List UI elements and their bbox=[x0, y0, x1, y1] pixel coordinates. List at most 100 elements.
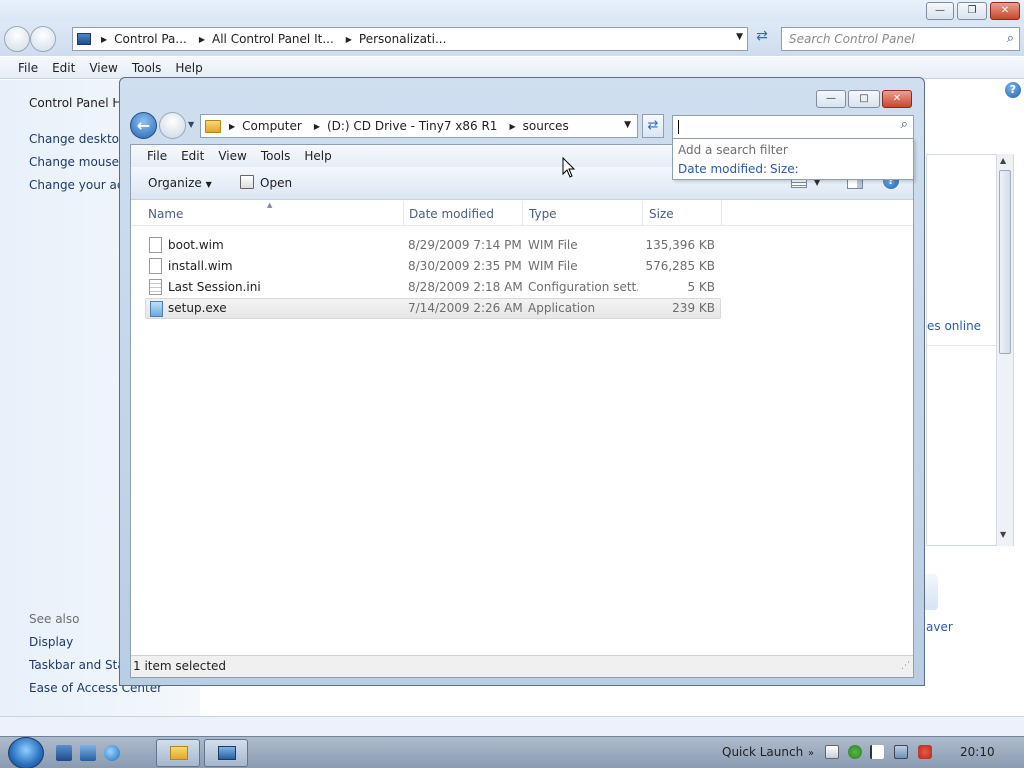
explorer-menu-view[interactable]: View bbox=[218, 149, 246, 163]
volume-muted-icon[interactable] bbox=[918, 745, 932, 759]
file-date: 8/30/2009 2:35 PM bbox=[408, 259, 522, 273]
explorer-statusbar: 1 item selected ⋰ bbox=[131, 655, 913, 677]
explorer-maximize-button[interactable]: □ bbox=[848, 90, 880, 108]
menu-edit[interactable]: Edit bbox=[52, 61, 75, 75]
column-name[interactable]: Name bbox=[148, 207, 183, 221]
scroll-down-icon[interactable]: ▼ bbox=[1000, 530, 1006, 539]
change-desktop-link[interactable]: Change desktop bbox=[29, 132, 127, 146]
scroll-up-icon[interactable]: ▲ bbox=[1000, 156, 1006, 165]
menu-tools[interactable]: Tools bbox=[132, 61, 162, 75]
change-account-link[interactable]: Change your acc bbox=[29, 178, 130, 192]
minimize-button[interactable]: — bbox=[926, 2, 954, 20]
menu-file[interactable]: File bbox=[18, 61, 38, 75]
notepad-icon[interactable] bbox=[825, 745, 839, 759]
internet-explorer-icon[interactable] bbox=[104, 745, 120, 761]
quick-launch-label[interactable]: Quick Launch bbox=[722, 745, 803, 759]
start-button[interactable] bbox=[8, 737, 44, 768]
menu-help[interactable]: Help bbox=[175, 61, 202, 75]
divider bbox=[927, 345, 997, 346]
taskbar-explorer-button[interactable] bbox=[156, 739, 200, 767]
control-panel-address-bar[interactable]: ▶ Control Pa... ▶ All Control Panel It..… bbox=[72, 27, 748, 51]
mouse-cursor-icon bbox=[562, 157, 576, 178]
explorer-close-button[interactable]: ✕ bbox=[882, 90, 912, 108]
explorer-address-bar[interactable]: ▶ Computer ▶ (D:) CD Drive - Tiny7 x86 R… bbox=[200, 114, 638, 138]
column-size[interactable]: Size bbox=[649, 207, 674, 221]
file-name[interactable]: boot.wim bbox=[168, 238, 224, 252]
open-button[interactable]: Open bbox=[260, 176, 292, 190]
explorer-menu-file[interactable]: File bbox=[147, 149, 167, 163]
file-row-setup-exe[interactable]: setup.exe 7/14/2009 2:26 AM Application … bbox=[145, 298, 721, 319]
file-date: 7/14/2009 2:26 AM bbox=[408, 301, 523, 315]
scrollbar-thumb[interactable] bbox=[999, 170, 1011, 354]
get-themes-online-link[interactable]: es online bbox=[927, 319, 981, 333]
explorer-menu-help[interactable]: Help bbox=[304, 149, 331, 163]
address-dropdown-icon[interactable]: ▼ bbox=[624, 120, 631, 130]
security-icon[interactable] bbox=[848, 745, 862, 759]
control-panel-menubar: File Edit View Tools Help bbox=[0, 57, 1024, 79]
back-button[interactable] bbox=[4, 26, 30, 52]
screen-saver-link[interactable]: aver bbox=[926, 620, 953, 634]
menu-view[interactable]: View bbox=[89, 61, 117, 75]
breadcrumb-cd-drive[interactable]: (D:) CD Drive - Tiny7 x86 R1 bbox=[327, 119, 497, 133]
restore-button[interactable]: ❐ bbox=[957, 2, 987, 20]
resize-grip-icon[interactable]: ⋰ bbox=[901, 656, 910, 676]
network-icon[interactable] bbox=[894, 745, 908, 759]
size-filter[interactable]: Size: bbox=[770, 162, 799, 176]
explorer-back-button[interactable]: ← bbox=[130, 112, 157, 139]
file-type: Configuration sett... bbox=[528, 280, 638, 294]
explorer-menu-tools[interactable]: Tools bbox=[261, 149, 291, 163]
control-panel-scrollbar[interactable]: ▲ ▼ bbox=[996, 154, 1013, 546]
clock[interactable]: 20:10 bbox=[960, 745, 995, 759]
column-type[interactable]: Type bbox=[529, 207, 557, 221]
search-icon[interactable]: ⌕ bbox=[901, 117, 908, 132]
breadcrumb-arrow-icon: ▶ bbox=[509, 121, 516, 131]
search-filter-hint: Add a search filter bbox=[678, 143, 788, 157]
breadcrumb-personalization[interactable]: Personalizati... bbox=[359, 32, 446, 46]
file-size: 5 KB bbox=[687, 280, 715, 294]
forward-button[interactable] bbox=[30, 26, 56, 52]
file-name[interactable]: setup.exe bbox=[168, 301, 227, 315]
explorer-search-input[interactable]: ⌕ bbox=[672, 115, 914, 139]
help-icon[interactable]: ? bbox=[1005, 82, 1021, 98]
file-list-header: ▲ Name Date modified Type Size bbox=[131, 201, 913, 226]
organize-button[interactable]: Organize ▼ bbox=[148, 176, 212, 190]
file-size: 135,396 KB bbox=[645, 238, 715, 252]
explorer-minimize-button[interactable]: — bbox=[816, 90, 846, 108]
breadcrumb-control-panel[interactable]: Control Pa... bbox=[114, 32, 187, 46]
change-mouse-link[interactable]: Change mouse p bbox=[29, 155, 130, 169]
recent-pages-icon[interactable]: ▼ bbox=[188, 120, 194, 129]
breadcrumb-computer[interactable]: Computer bbox=[242, 119, 302, 133]
search-icon[interactable]: ⌕ bbox=[1007, 28, 1014, 50]
breadcrumb-sources[interactable]: sources bbox=[523, 119, 569, 133]
action-center-flag-icon[interactable] bbox=[870, 745, 884, 759]
close-button[interactable]: ✕ bbox=[990, 2, 1020, 20]
file-row-boot-wim[interactable]: boot.wim 8/29/2009 7:14 PM WIM File 135,… bbox=[145, 235, 721, 256]
control-panel-icon bbox=[77, 33, 91, 45]
quick-launch-chevron-icon[interactable]: » bbox=[808, 748, 814, 759]
show-desktop-icon[interactable] bbox=[56, 745, 72, 761]
display-link[interactable]: Display bbox=[29, 635, 73, 649]
column-separator[interactable] bbox=[403, 201, 404, 226]
breadcrumb-arrow-icon: ▶ bbox=[313, 121, 320, 131]
explorer-refresh-icon[interactable]: ⇄ bbox=[642, 114, 664, 138]
breadcrumb-arrow-icon: ▶ bbox=[229, 121, 236, 131]
column-separator[interactable] bbox=[522, 201, 523, 226]
control-panel-home-link[interactable]: Control Panel Ho bbox=[29, 96, 129, 110]
control-panel-search-input[interactable]: Search Control Panel ⌕ bbox=[781, 27, 1020, 51]
search-filter-dropdown: Add a search filter Date modified: Size: bbox=[672, 138, 914, 180]
address-dropdown-icon[interactable]: ▼ bbox=[736, 32, 743, 42]
column-date-modified[interactable]: Date modified bbox=[409, 207, 494, 221]
explorer-forward-button[interactable] bbox=[159, 112, 186, 139]
file-row-install-wim[interactable]: install.wim 8/30/2009 2:35 PM WIM File 5… bbox=[145, 256, 721, 277]
taskbar-control-panel-button[interactable] bbox=[204, 739, 248, 767]
column-separator[interactable] bbox=[642, 201, 643, 226]
file-name[interactable]: install.wim bbox=[168, 259, 233, 273]
file-name[interactable]: Last Session.ini bbox=[168, 280, 261, 294]
refresh-icon[interactable]: ⇄ bbox=[752, 28, 772, 50]
column-separator[interactable] bbox=[721, 201, 722, 226]
date-modified-filter[interactable]: Date modified: bbox=[678, 162, 767, 176]
breadcrumb-all-items[interactable]: All Control Panel It... bbox=[212, 32, 334, 46]
switch-windows-icon[interactable] bbox=[80, 745, 96, 761]
file-row-last-session-ini[interactable]: Last Session.ini 8/28/2009 2:18 AM Confi… bbox=[145, 277, 721, 298]
explorer-menu-edit[interactable]: Edit bbox=[181, 149, 204, 163]
